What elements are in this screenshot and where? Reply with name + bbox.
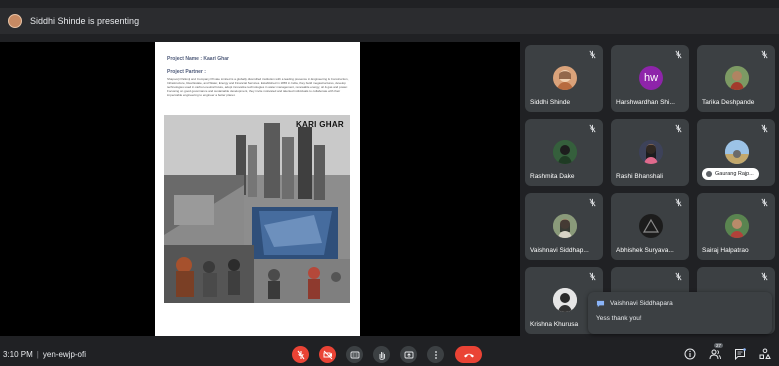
meeting-controls-bar: 3:10 PM | yen-ewjp-ofi 27 — [0, 342, 779, 366]
participant-avatar — [553, 288, 577, 312]
participant-name: Sairaj Halpatrao — [702, 247, 749, 254]
participant-avatar — [639, 140, 663, 164]
participant-avatar — [553, 140, 577, 164]
project-name-heading: Project Name : Kaari Ghar — [167, 56, 229, 62]
mic-off-icon — [675, 198, 682, 207]
present-now-button[interactable] — [400, 346, 417, 363]
mic-off-icon — [297, 350, 304, 359]
mic-off-icon — [589, 124, 596, 133]
chat-sender: Vaishnavi Siddhapara — [610, 300, 673, 307]
current-time: 3:10 PM — [3, 350, 33, 359]
participant-avatar — [725, 66, 749, 90]
participant-tile[interactable]: Gaurang Rajp... — [697, 119, 775, 186]
participant-avatar — [639, 214, 663, 238]
captions-button[interactable] — [346, 346, 363, 363]
mic-off-icon — [761, 272, 768, 281]
mic-off-icon — [761, 198, 768, 207]
mic-off-icon — [761, 124, 768, 133]
participant-avatar — [553, 66, 577, 90]
presenter-avatar — [8, 14, 22, 28]
avatar-initials: hw — [643, 72, 659, 84]
chat-notification[interactable]: Vaishnavi Siddhapara Yess thank you! — [588, 292, 772, 334]
participant-name: Rashmita Dake — [530, 173, 575, 180]
shared-document-page: Project Name : Kaari Ghar Project Partne… — [155, 42, 360, 336]
chat-icon[interactable] — [734, 348, 746, 360]
info-icon[interactable] — [684, 348, 696, 360]
more-options-button[interactable] — [427, 346, 444, 363]
shared-screen: Project Name : Kaari Ghar Project Partne… — [0, 42, 520, 336]
more-options-icon — [434, 350, 437, 359]
participant-tile[interactable]: Tarika Deshpande — [697, 45, 775, 112]
participant-avatar — [553, 214, 577, 238]
mic-off-icon — [675, 272, 682, 281]
speaking-indicator-icon — [706, 171, 712, 177]
speaking-name-pill: Gaurang Rajp... — [702, 168, 759, 180]
presenting-banner: Siddhi Shinde is presenting — [0, 8, 779, 34]
presenting-text: Siddhi Shinde is presenting — [30, 16, 140, 26]
participant-name: Harshwardhan Shi... — [616, 99, 675, 106]
participant-name: Vaishnavi Siddhap... — [530, 247, 589, 254]
details-separator: | — [36, 350, 39, 359]
participant-avatar — [725, 214, 749, 238]
participant-avatar: hw — [639, 66, 663, 90]
participant-tile[interactable]: Vaishnavi Siddhap... — [525, 193, 603, 260]
participant-name: Rashi Bhanshali — [616, 173, 663, 180]
raise-hand-icon — [379, 351, 385, 360]
mic-off-icon — [675, 50, 682, 59]
present-icon — [404, 351, 413, 358]
mic-off-icon — [761, 50, 768, 59]
participant-tile[interactable]: Rashi Bhanshali — [611, 119, 689, 186]
mic-off-icon — [589, 50, 596, 59]
end-call-icon — [463, 353, 474, 357]
kari-ghar-collage: KARI GHAR — [164, 115, 350, 303]
participant-name: Abhishek Suryava... — [616, 247, 674, 254]
mic-off-icon — [589, 272, 596, 281]
project-partner-body: Shapoorji Pallonji and Company Private L… — [167, 77, 349, 97]
collage-image — [164, 115, 350, 303]
participant-avatar — [725, 140, 749, 164]
meeting-code: yen-ewjp-ofi — [42, 350, 87, 359]
camera-off-icon — [323, 350, 332, 359]
leave-call-button[interactable] — [455, 346, 482, 363]
participant-name: Gaurang Rajp... — [715, 171, 754, 177]
participant-tile[interactable]: Abhishek Suryava... — [611, 193, 689, 260]
participant-tile[interactable]: hw Harshwardhan Shi... — [611, 45, 689, 112]
mic-toggle-button[interactable] — [292, 346, 309, 363]
activities-icon[interactable] — [759, 348, 771, 360]
mic-off-icon — [675, 124, 682, 133]
collage-title: KARI GHAR — [295, 120, 344, 129]
captions-icon — [350, 351, 359, 358]
raise-hand-button[interactable] — [373, 346, 390, 363]
participant-tile[interactable]: Siddhi Shinde — [525, 45, 603, 112]
chat-bubble-icon — [596, 300, 605, 308]
mic-off-icon — [589, 198, 596, 207]
participant-name: Siddhi Shinde — [530, 99, 571, 106]
participant-tile[interactable]: Rashmita Dake — [525, 119, 603, 186]
meeting-details: 3:10 PM | yen-ewjp-ofi — [3, 350, 86, 359]
people-icon[interactable] — [709, 348, 721, 360]
camera-toggle-button[interactable] — [319, 346, 336, 363]
participant-name: Tarika Deshpande — [702, 99, 755, 106]
participant-tile[interactable]: Sairaj Halpatrao — [697, 193, 775, 260]
chat-message: Yess thank you! — [596, 315, 642, 322]
project-partner-heading: Project Partner : — [167, 69, 206, 75]
